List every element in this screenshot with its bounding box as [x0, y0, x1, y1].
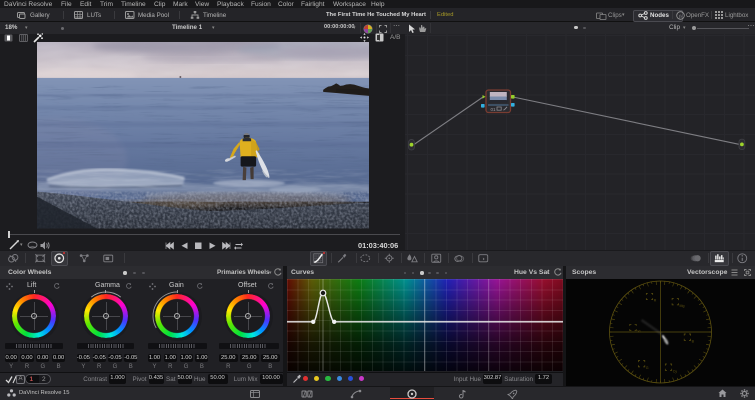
svg-text:fx: fx	[679, 13, 682, 18]
svg-text:◑: ◑	[482, 257, 485, 263]
svg-text:G: G	[646, 366, 649, 370]
svg-text:Yl: Yl	[637, 330, 640, 334]
svg-text:Mg: Mg	[680, 304, 685, 308]
svg-text:R: R	[654, 299, 657, 303]
svg-text:01: 01	[491, 107, 497, 112]
svg-text:Cy: Cy	[673, 369, 678, 373]
